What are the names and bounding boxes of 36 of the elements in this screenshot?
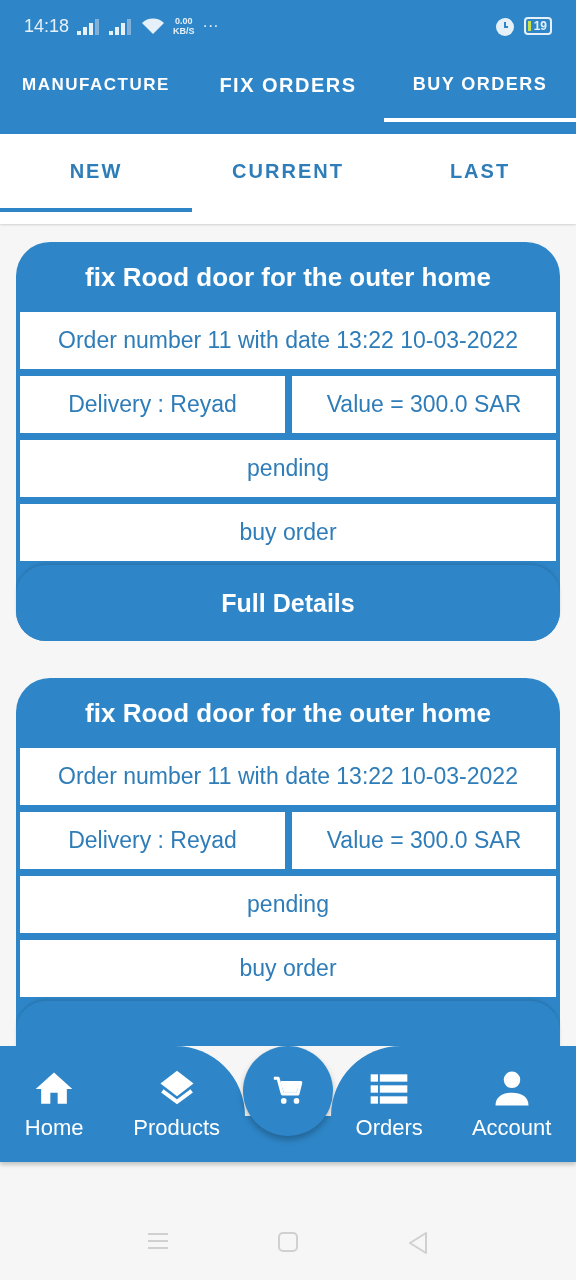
tab[interactable]: CURRENT [192,134,384,212]
more-indicator: ··· [202,17,219,35]
tab[interactable]: LAST [384,134,576,212]
tab[interactable]: MANUFACTURE [0,52,192,122]
nav-item[interactable]: Orders [355,1067,423,1141]
details-button[interactable]: Full Details [16,565,560,641]
order-type: buy order [20,940,556,997]
order-status: pending [20,440,556,497]
signal-icon [77,17,102,35]
network-speed: 0.00 [175,16,193,26]
order-value: Value = 300.0 SAR [292,812,556,869]
cart-button[interactable] [243,1046,333,1136]
order-type: buy order [20,504,556,561]
order-value: Value = 300.0 SAR [292,376,556,433]
order-title: fix Rood door for the outer home [84,697,492,730]
wifi-icon [141,16,166,36]
delivery-info: Delivery : Reyad [20,812,285,869]
order-info: Order number 11 with date 13:22 10-03-2022 [20,312,556,369]
back-icon[interactable] [408,1232,428,1254]
tab[interactable]: BUY ORDERS [384,52,576,122]
alarm-icon [493,15,516,37]
order-title: fix Rood door for the outer home [84,261,492,294]
network-unit: KB/S [173,26,195,36]
status-time: 14:18 [24,15,70,37]
tab[interactable]: FIX ORDERS [192,52,384,122]
home-button-icon[interactable] [278,1232,298,1252]
menu-icon[interactable] [148,1232,168,1250]
order-info: Order number 11 with date 13:22 10-03-2022 [20,748,556,805]
delivery-info: Delivery : Reyad [20,376,285,433]
nav-item[interactable]: Products [133,1067,221,1141]
nav-item[interactable]: Account [471,1067,552,1141]
order-status: pending [20,876,556,933]
nav-item[interactable]: Home [24,1067,84,1141]
signal-icon [109,17,134,35]
battery-icon: 19 [523,17,552,35]
tab[interactable]: NEW [0,134,192,212]
